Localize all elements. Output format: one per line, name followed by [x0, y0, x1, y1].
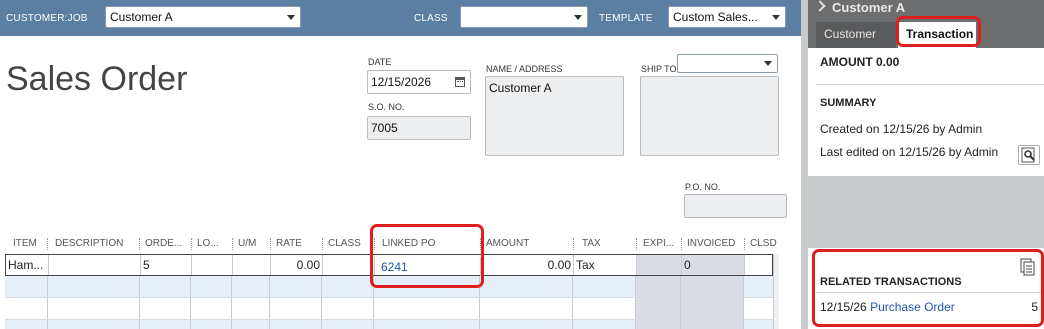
column-divider — [139, 238, 140, 250]
item-cell[interactable]: Ham... — [6, 255, 49, 275]
column-header: DESCRIPTION — [55, 238, 124, 249]
chevron-down-icon — [574, 15, 582, 20]
customer-job-label: CUSTOMER:JOB — [6, 13, 88, 24]
column-header: ITEM — [13, 238, 37, 249]
highlight-transaction-tab — [896, 16, 981, 47]
date-field[interactable]: 12/15/2026 — [367, 70, 471, 94]
expi-cell — [637, 255, 682, 275]
column-divider — [681, 238, 682, 250]
invoiced-cell: 0 — [682, 255, 745, 275]
calendar-icon[interactable] — [455, 77, 465, 87]
header-bar: CUSTOMER:JOB Customer A CLASS TEMPLATE C… — [0, 0, 808, 36]
page-title: Sales Order — [6, 60, 188, 98]
so-number-value: 7005 — [371, 121, 398, 135]
panel-splitter[interactable] — [801, 0, 808, 329]
highlight-related-transactions — [812, 249, 1044, 327]
column-divider — [322, 238, 323, 250]
chevron-down-icon — [772, 15, 780, 20]
template-value: Custom Sales... — [673, 10, 758, 24]
tax-cell[interactable]: Tax — [574, 255, 637, 275]
ordered-cell[interactable]: 5 — [141, 255, 192, 275]
clsd-cell[interactable] — [745, 255, 772, 275]
column-header: CLASS — [328, 238, 361, 249]
so-number-field[interactable]: 7005 — [367, 116, 471, 140]
class-label: CLASS — [414, 13, 448, 24]
column-header: LO... — [197, 238, 219, 249]
date-value: 12/15/2026 — [371, 75, 432, 89]
panel-title: Customer A — [832, 0, 906, 15]
column-header: AMOUNT — [486, 238, 530, 249]
po-number-field[interactable] — [684, 194, 787, 218]
um-cell[interactable] — [233, 255, 271, 275]
column-header: CLSD — [750, 238, 777, 249]
lo-cell[interactable] — [192, 255, 233, 275]
column-header: U/M — [238, 238, 257, 249]
summary-heading: SUMMARY — [820, 97, 877, 109]
ship-to-select[interactable] — [677, 54, 778, 73]
column-header: INVOICED — [687, 238, 736, 249]
chevron-down-icon — [287, 15, 295, 20]
name-address-field[interactable]: Customer A — [485, 76, 624, 156]
column-header: TAX — [582, 238, 601, 249]
column-divider — [191, 238, 192, 250]
column-header: RATE — [276, 238, 302, 249]
date-label: DATE — [368, 57, 392, 67]
column-header: EXPI... — [643, 238, 675, 249]
name-address-label: NAME / ADDRESS — [486, 64, 563, 74]
column-divider — [270, 238, 271, 250]
column-divider — [636, 238, 637, 250]
name-address-value: Customer A — [489, 81, 552, 95]
template-label: TEMPLATE — [599, 13, 653, 24]
created-text: Created on 12/15/26 by Admin — [820, 122, 983, 136]
table-scrollbar[interactable] — [773, 254, 779, 329]
column-divider — [47, 238, 48, 250]
amount-text: AMOUNT 0.00 — [820, 55, 900, 69]
column-divider — [573, 238, 574, 250]
search-report-button[interactable] — [1018, 145, 1040, 165]
chevron-right-icon[interactable] — [814, 0, 826, 12]
edited-text: Last edited on 12/15/26 by Admin — [820, 145, 999, 159]
column-divider — [232, 238, 233, 250]
table-row[interactable] — [5, 298, 773, 320]
ship-to-address-field[interactable] — [640, 76, 779, 156]
column-divider — [744, 238, 745, 250]
customer-job-value: Customer A — [110, 10, 173, 24]
chevron-down-icon — [764, 61, 772, 66]
column-header: ORDE... — [145, 238, 183, 249]
description-cell[interactable] — [49, 255, 141, 275]
customer-job-select[interactable]: Customer A — [105, 6, 301, 28]
template-select[interactable]: Custom Sales... — [668, 6, 786, 28]
divider — [816, 84, 1044, 85]
class-select[interactable] — [460, 6, 588, 28]
tab-customer[interactable]: Customer — [816, 22, 896, 48]
po-no-label: P.O. NO. — [685, 182, 721, 192]
table-row[interactable] — [5, 320, 773, 329]
class-cell[interactable] — [323, 255, 375, 275]
ship-to-label: SHIP TO — [641, 64, 677, 74]
amount-cell[interactable]: 0.00 — [481, 255, 574, 275]
rate-cell[interactable]: 0.00 — [271, 255, 323, 275]
so-no-label: S.O. NO. — [368, 102, 405, 112]
panel-spacer — [808, 176, 1044, 248]
highlight-linked-po — [370, 224, 484, 288]
magnifier-icon — [1021, 147, 1035, 163]
